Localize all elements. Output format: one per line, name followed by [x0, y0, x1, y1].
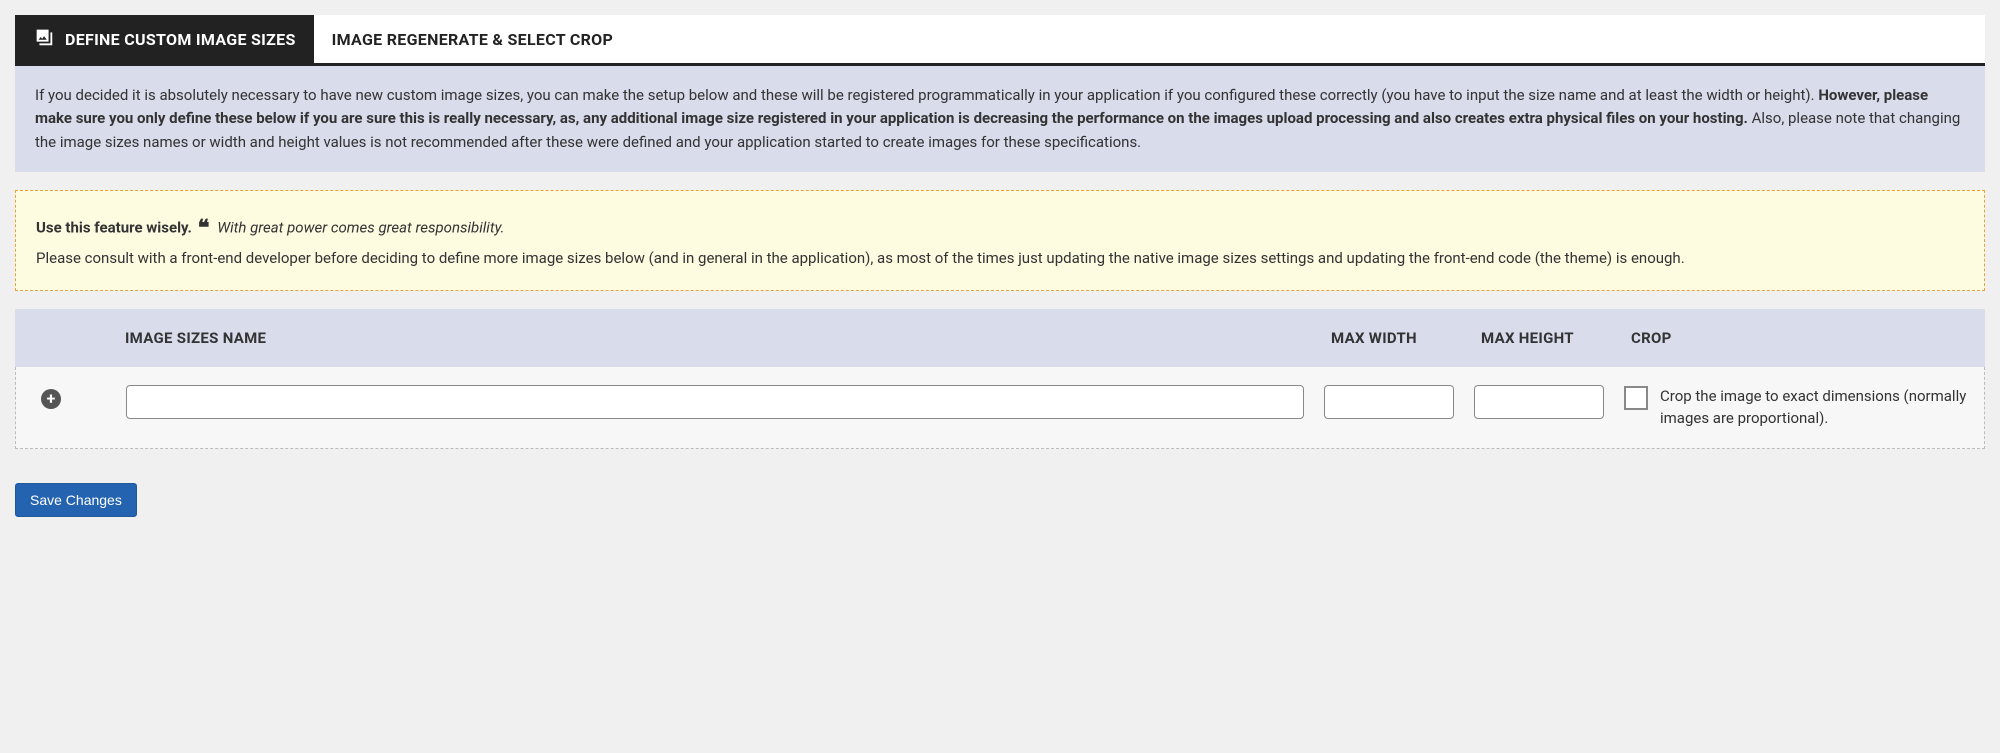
- tab-bar: DEFINE CUSTOM IMAGE SIZES IMAGE REGENERA…: [15, 15, 1985, 66]
- max-height-input[interactable]: [1474, 385, 1604, 419]
- tab-label-inactive: IMAGE REGENERATE & SELECT CROP: [332, 30, 613, 49]
- warning-strong: Use this feature wisely.: [36, 218, 192, 236]
- info-panel: If you decided it is absolutely necessar…: [15, 66, 1985, 172]
- save-button[interactable]: Save Changes: [15, 483, 137, 517]
- tab-define-sizes[interactable]: DEFINE CUSTOM IMAGE SIZES: [15, 15, 314, 63]
- max-width-input[interactable]: [1324, 385, 1454, 419]
- table-header-row: IMAGE SIZES NAME MAX WIDTH MAX HEIGHT CR…: [15, 309, 1985, 367]
- table-row: + Crop the image to exact dimensions (no…: [15, 367, 1985, 449]
- crop-checkbox[interactable]: [1624, 386, 1648, 410]
- th-name: IMAGE SIZES NAME: [105, 329, 1305, 347]
- th-width: MAX WIDTH: [1325, 329, 1455, 347]
- th-height: MAX HEIGHT: [1475, 329, 1605, 347]
- quote-icon: ❝: [198, 216, 210, 241]
- tab-label-active: DEFINE CUSTOM IMAGE SIZES: [65, 30, 296, 49]
- plus-icon: +: [47, 391, 56, 407]
- crop-label: Crop the image to exact dimensions (norm…: [1660, 385, 1968, 430]
- warning-quote: With great power comes great responsibil…: [217, 218, 504, 236]
- add-row-button[interactable]: +: [41, 389, 61, 409]
- warning-body: Please consult with a front-end develope…: [36, 246, 1964, 270]
- sizes-table: IMAGE SIZES NAME MAX WIDTH MAX HEIGHT CR…: [15, 309, 1985, 449]
- warning-panel: Use this feature wisely. ❝ With great po…: [15, 190, 1985, 291]
- image-icon: [33, 26, 55, 52]
- info-text-pre: If you decided it is absolutely necessar…: [35, 86, 1818, 104]
- th-crop: CROP: [1625, 329, 1985, 347]
- tab-regenerate-crop[interactable]: IMAGE REGENERATE & SELECT CROP: [314, 15, 631, 63]
- size-name-input[interactable]: [126, 385, 1304, 419]
